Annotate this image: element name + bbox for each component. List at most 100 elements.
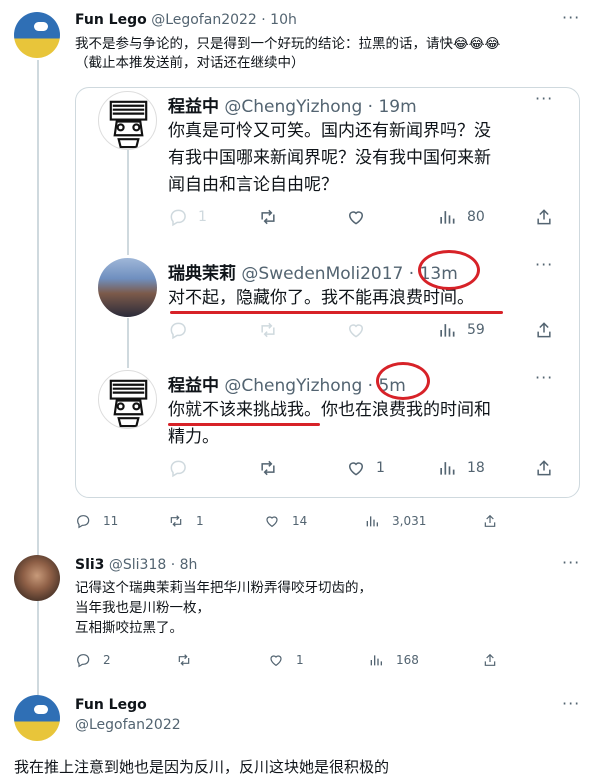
- quote-tweet-header: 瑞典茉莉 @SwedenMoli2017 · 13m: [168, 259, 458, 284]
- retweet-button[interactable]: [258, 458, 288, 478]
- like-button[interactable]: 1: [346, 458, 385, 478]
- tweet-text-line: 闻自由和言论自由呢？: [168, 175, 338, 195]
- views-icon: [440, 324, 455, 337]
- avatar[interactable]: [14, 695, 60, 741]
- author-name[interactable]: 程益中: [168, 97, 219, 117]
- reply-button[interactable]: [168, 320, 198, 340]
- retweet-count: 1: [196, 514, 204, 528]
- heart-icon: [348, 211, 364, 225]
- tweet-text-line: 对不起，隐藏你了。我不能再浪费时间。: [168, 288, 474, 308]
- retweet-button[interactable]: 1: [168, 513, 204, 529]
- like-button[interactable]: [346, 320, 376, 340]
- tweet-text-line: 有我中国哪来新闻界呢？没有我中国何来新: [168, 148, 491, 168]
- views-button[interactable]: 168: [368, 652, 419, 668]
- tweet-time[interactable]: · 8h: [171, 557, 198, 573]
- author-name[interactable]: 程益中: [168, 376, 219, 396]
- more-options-icon[interactable]: ···: [562, 694, 580, 713]
- tweet-header: Sli3 @Sli318 · 8h: [75, 557, 197, 573]
- share-button[interactable]: [482, 652, 510, 668]
- more-options-icon[interactable]: ···: [562, 553, 580, 572]
- views-button[interactable]: 59: [437, 320, 485, 340]
- share-icon: [537, 460, 551, 476]
- views-button[interactable]: 80: [437, 207, 485, 227]
- reply-button[interactable]: 2: [75, 652, 111, 668]
- avatar[interactable]: [98, 91, 157, 150]
- views-count: 168: [396, 653, 419, 667]
- author-handle[interactable]: @ChengYizhong: [224, 376, 362, 396]
- author-name[interactable]: Sli3: [75, 557, 104, 573]
- tweet-text-line: 你就不该来挑战我。你也在浪费我的时间和: [168, 400, 491, 420]
- views-icon: [366, 516, 378, 527]
- reply-button[interactable]: 11: [75, 513, 118, 529]
- author-name[interactable]: Fun Lego: [75, 697, 147, 713]
- avatar[interactable]: [14, 12, 60, 58]
- tweet-text-line: 我不是参与争论的，只是得到一个好玩的结论：拉黑的话，请快😂😂😂: [75, 36, 501, 52]
- quote-tweet-header: 程益中 @ChengYizhong · 5m: [168, 371, 406, 396]
- views-icon: [370, 655, 382, 666]
- reply-button[interactable]: 1: [168, 207, 207, 227]
- reply-icon: [170, 322, 186, 340]
- author-handle[interactable]: @Sli318: [109, 557, 166, 573]
- reply-count: 1: [198, 209, 207, 225]
- tweet-text-line: 互相撕咬拉黑了。: [75, 620, 183, 636]
- like-button[interactable]: [346, 207, 376, 227]
- reply-icon: [77, 515, 90, 529]
- share-icon: [484, 514, 496, 527]
- more-options-icon[interactable]: ···: [562, 8, 580, 27]
- retweet-button[interactable]: [258, 207, 288, 227]
- annotation-underline: [170, 311, 503, 314]
- reply-count: 2: [103, 653, 111, 667]
- share-button[interactable]: [534, 320, 564, 340]
- heart-icon: [348, 462, 364, 476]
- retweet-icon: [261, 460, 275, 476]
- more-options-icon[interactable]: ···: [535, 255, 553, 274]
- avatar[interactable]: [14, 555, 60, 601]
- reply-button[interactable]: [168, 458, 198, 478]
- author-handle[interactable]: @Legofan2022: [75, 717, 181, 733]
- share-icon: [484, 653, 496, 666]
- reply-count: 11: [103, 514, 119, 528]
- heart-icon: [266, 516, 278, 528]
- views-count: 59: [467, 322, 485, 338]
- author-handle[interactable]: @Legofan2022: [151, 12, 257, 28]
- tweet-text-line: 当年我也是川粉一枚，: [75, 600, 210, 616]
- views-icon: [440, 462, 455, 475]
- quote-thread-line: [127, 150, 129, 255]
- share-icon: [537, 322, 551, 338]
- avatar[interactable]: [98, 258, 157, 317]
- tweet-text-line: 你真是可怜又可笑。国内还有新闻界吗？没: [168, 121, 491, 141]
- share-button[interactable]: [534, 458, 564, 478]
- reply-icon: [170, 460, 186, 478]
- like-button[interactable]: 1: [268, 652, 304, 668]
- views-button[interactable]: 3,031: [364, 513, 426, 529]
- avatar[interactable]: [98, 370, 157, 429]
- views-button[interactable]: 18: [437, 458, 485, 478]
- tweet-header: Fun Lego @Legofan2022 · 10h: [75, 12, 297, 28]
- like-count: 1: [296, 653, 304, 667]
- share-button[interactable]: [534, 207, 564, 227]
- retweet-icon: [170, 515, 182, 527]
- tweet-time[interactable]: · 10h: [261, 12, 297, 28]
- author-name[interactable]: Fun Lego: [75, 12, 147, 28]
- heart-icon: [270, 655, 282, 667]
- annotation-circle: [376, 362, 430, 400]
- reply-icon: [170, 209, 186, 227]
- retweet-button[interactable]: [258, 320, 288, 340]
- author-handle[interactable]: @SwedenMoli2017: [241, 264, 403, 284]
- more-options-icon[interactable]: ···: [535, 89, 553, 108]
- tweet-text-line: 精力。: [168, 427, 219, 447]
- tweet-time[interactable]: · 19m: [368, 97, 417, 117]
- like-button[interactable]: 14: [264, 513, 307, 529]
- tweet-text: 记得这个瑞典茉莉当年把华川粉弄得咬牙切齿的， 当年我也是川粉一枚， 互相撕咬拉黑…: [75, 578, 575, 638]
- like-count: 14: [292, 514, 308, 528]
- retweet-icon: [261, 322, 275, 338]
- retweet-icon: [261, 209, 275, 225]
- more-options-icon[interactable]: ···: [535, 368, 553, 387]
- author-handle[interactable]: @ChengYizhong: [224, 97, 362, 117]
- retweet-button[interactable]: [176, 652, 204, 668]
- share-button[interactable]: [482, 513, 510, 529]
- quote-tweet-text: 对不起，隐藏你了。我不能再浪费时间。: [168, 285, 568, 312]
- views-count: 3,031: [392, 514, 427, 528]
- annotation-circle: [418, 250, 480, 290]
- author-name[interactable]: 瑞典茉莉: [168, 264, 236, 284]
